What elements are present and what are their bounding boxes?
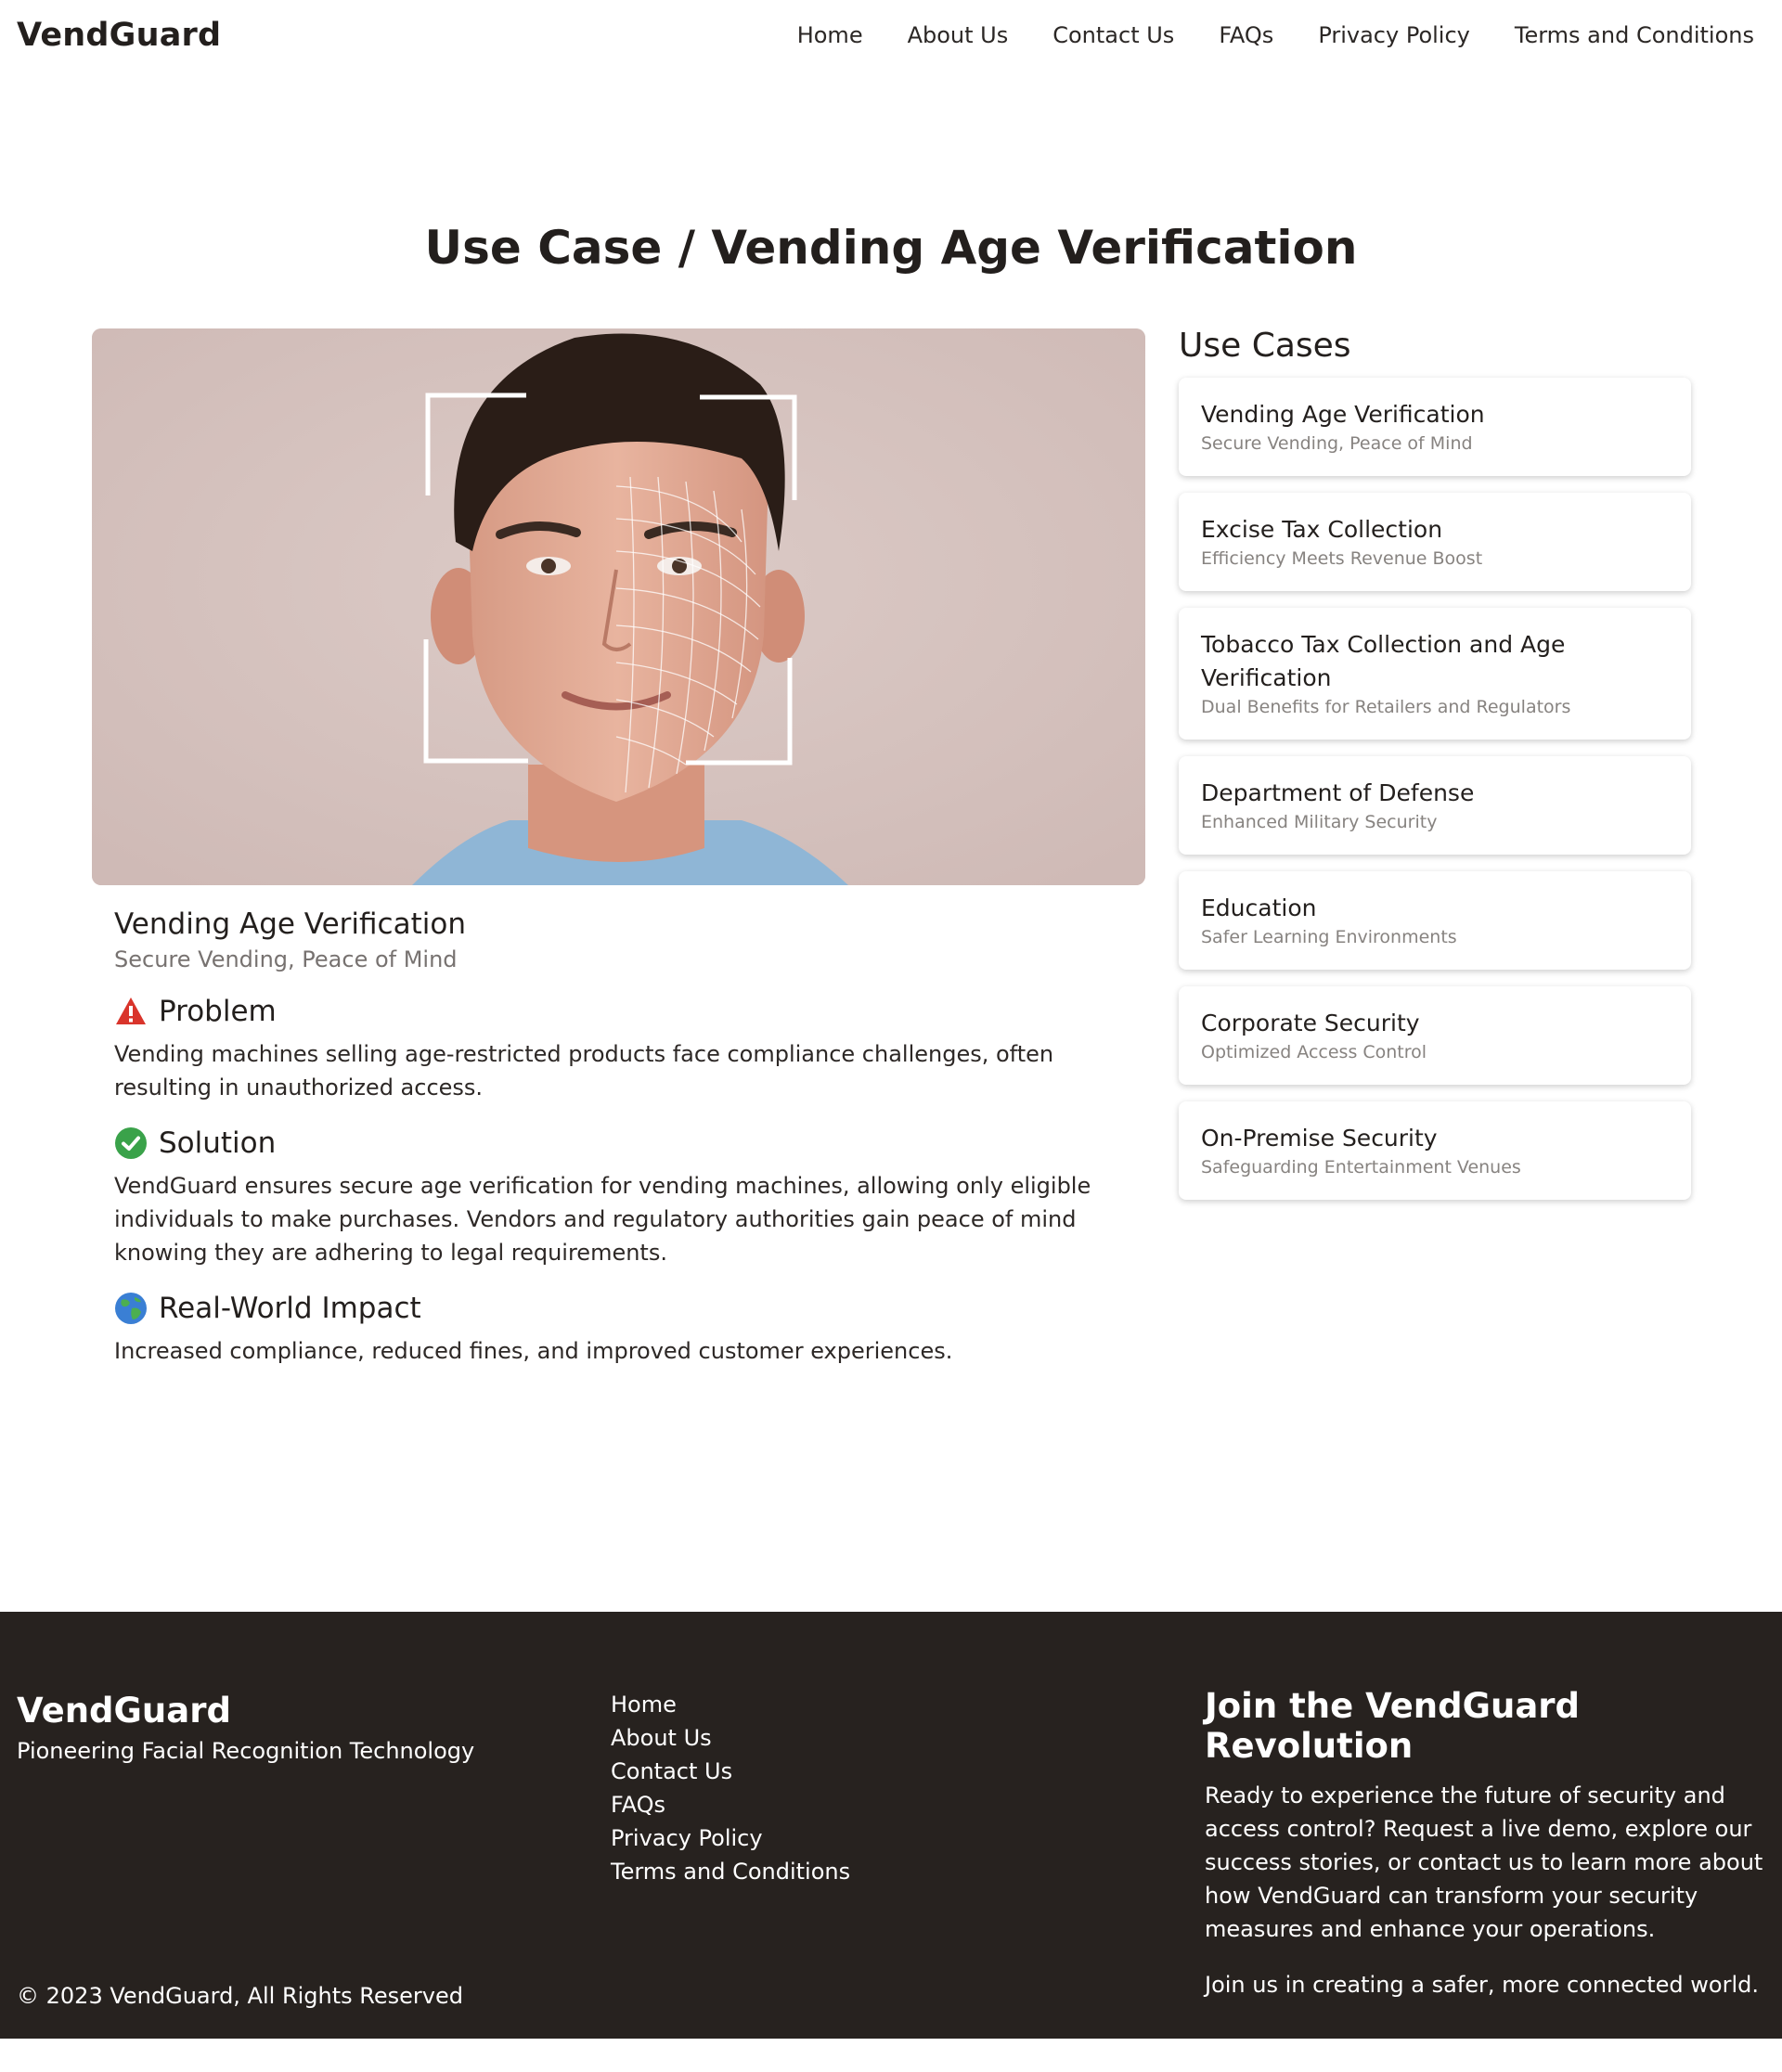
card-title: Tobacco Tax Collection and Age Verificat…: [1201, 631, 1566, 691]
problem-heading: Problem: [114, 995, 1126, 1028]
brand-logo[interactable]: VendGuard: [17, 17, 221, 54]
nav-faqs[interactable]: FAQs: [1219, 22, 1273, 48]
card-title: On-Premise Security: [1201, 1125, 1438, 1152]
footer-link-home[interactable]: Home: [611, 1688, 850, 1721]
footer-nav: Home About Us Contact Us FAQs Privacy Po…: [611, 1688, 850, 1888]
card-subtitle: Optimized Access Control: [1201, 1042, 1427, 1062]
globe-icon: [114, 1292, 148, 1325]
warning-icon: [114, 995, 148, 1028]
join-text-secondary: Join us in creating a safer, more connec…: [1205, 1972, 1759, 1998]
hero-image: [92, 328, 1145, 885]
join-text: Ready to experience the future of securi…: [1205, 1782, 1763, 1942]
problem-text: Vending machines selling age-restricted …: [114, 1041, 1054, 1100]
use-case-article: Vending Age Verification Secure Vending,…: [114, 907, 1126, 1368]
impact-text: Increased compliance, reduced fines, and…: [114, 1338, 953, 1364]
card-subtitle: Efficiency Meets Revenue Boost: [1201, 548, 1483, 569]
use-case-card-education[interactable]: Education Safer Learning Environments: [1179, 871, 1691, 970]
nav-home[interactable]: Home: [797, 22, 863, 48]
nav-terms-and-conditions[interactable]: Terms and Conditions: [1515, 22, 1754, 48]
footer-link-about-us[interactable]: About Us: [611, 1721, 850, 1755]
case-subtitle: Secure Vending, Peace of Mind: [114, 946, 458, 972]
card-subtitle: Secure Vending, Peace of Mind: [1201, 433, 1473, 454]
card-title: Vending Age Verification: [1201, 401, 1485, 428]
card-title: Department of Defense: [1201, 779, 1475, 806]
page-title: Use Case / Vending Age Verification: [424, 221, 1358, 275]
card-subtitle: Safeguarding Entertainment Venues: [1201, 1157, 1521, 1178]
site-header: VendGuard Home About Us Contact Us FAQs …: [0, 0, 1782, 76]
use-case-card-tobacco-tax[interactable]: Tobacco Tax Collection and Age Verificat…: [1179, 608, 1691, 740]
main-nav: Home About Us Contact Us FAQs Privacy Po…: [797, 22, 1754, 48]
solution-label: Solution: [159, 1126, 277, 1160]
solution-heading: Solution: [114, 1126, 1126, 1160]
impact-heading: Real-World Impact: [114, 1292, 1126, 1325]
card-subtitle: Dual Benefits for Retailers and Regulato…: [1201, 697, 1571, 717]
copyright: © 2023 VendGuard, All Rights Reserved: [17, 1983, 463, 2009]
card-title: Education: [1201, 894, 1317, 921]
check-circle-icon: [114, 1126, 148, 1160]
join-title: Join the VendGuard Revolution: [1205, 1686, 1581, 1766]
card-subtitle: Enhanced Military Security: [1201, 812, 1438, 832]
footer-brand: VendGuard: [17, 1691, 231, 1731]
nav-about-us[interactable]: About Us: [908, 22, 1009, 48]
use-case-card-department-of-defense[interactable]: Department of Defense Enhanced Military …: [1179, 756, 1691, 855]
problem-label: Problem: [159, 995, 277, 1028]
use-case-card-on-premise-security[interactable]: On-Premise Security Safeguarding Enterta…: [1179, 1101, 1691, 1200]
use-case-card-excise-tax-collection[interactable]: Excise Tax Collection Efficiency Meets R…: [1179, 493, 1691, 591]
case-title: Vending Age Verification: [114, 907, 466, 941]
nav-contact-us[interactable]: Contact Us: [1052, 22, 1174, 48]
card-title: Excise Tax Collection: [1201, 516, 1443, 543]
footer-link-contact-us[interactable]: Contact Us: [611, 1755, 850, 1788]
card-title: Corporate Security: [1201, 1010, 1420, 1036]
sidebar-title: Use Cases: [1179, 327, 1351, 365]
footer-join-section: Join the VendGuard Revolution Ready to e…: [1205, 1686, 1771, 2001]
nav-privacy-policy[interactable]: Privacy Policy: [1318, 22, 1470, 48]
footer-link-privacy-policy[interactable]: Privacy Policy: [611, 1821, 850, 1855]
solution-text: VendGuard ensures secure age verificatio…: [114, 1173, 1091, 1266]
footer-tagline: Pioneering Facial Recognition Technology: [17, 1738, 475, 1764]
impact-label: Real-World Impact: [159, 1292, 421, 1325]
face-scan-illustration: [92, 328, 1145, 885]
site-footer: VendGuard Pioneering Facial Recognition …: [0, 1612, 1782, 2039]
card-subtitle: Safer Learning Environments: [1201, 927, 1457, 947]
footer-link-terms-and-conditions[interactable]: Terms and Conditions: [611, 1855, 850, 1888]
use-case-card-corporate-security[interactable]: Corporate Security Optimized Access Cont…: [1179, 986, 1691, 1085]
use-cases-sidebar: Use Cases Vending Age Verification Secur…: [1179, 327, 1691, 1216]
use-case-card-vending-age-verification[interactable]: Vending Age Verification Secure Vending,…: [1179, 378, 1691, 476]
footer-link-faqs[interactable]: FAQs: [611, 1788, 850, 1821]
